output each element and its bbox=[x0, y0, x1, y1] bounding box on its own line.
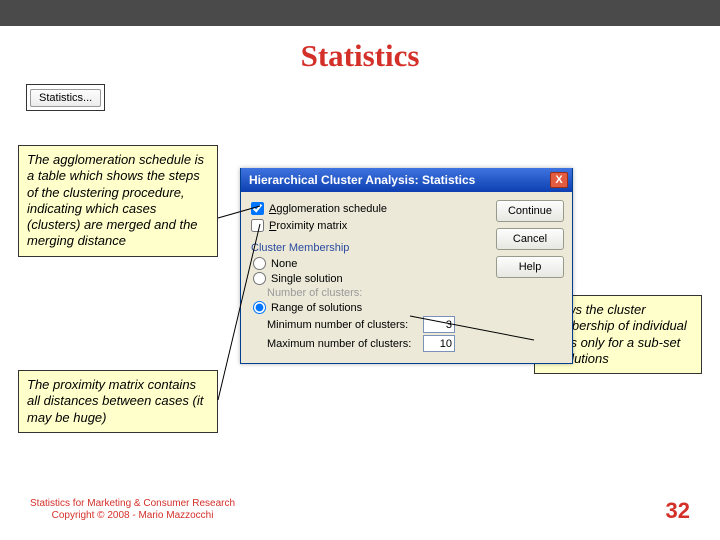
footer-line2: Copyright © 2008 - Mario Mazzocchi bbox=[30, 510, 235, 522]
label-none: None bbox=[271, 258, 297, 270]
label-min-clusters: Minimum number of clusters: bbox=[267, 319, 417, 331]
help-button[interactable]: Help bbox=[496, 256, 564, 278]
group-cluster-membership: Cluster Membership bbox=[251, 242, 486, 254]
label-single: Single solution bbox=[271, 273, 343, 285]
statistics-button[interactable]: Statistics... bbox=[30, 89, 101, 107]
callout-agglomeration: The agglomeration schedule is a table wh… bbox=[18, 145, 218, 257]
input-max-clusters[interactable] bbox=[423, 335, 455, 352]
callout-proximity: The proximity matrix contains all distan… bbox=[18, 370, 218, 433]
statistics-button-snapshot: Statistics... bbox=[26, 84, 105, 111]
label-proximity: Proximity matrix bbox=[269, 220, 347, 232]
radio-range[interactable] bbox=[253, 301, 266, 314]
radio-single[interactable] bbox=[253, 272, 266, 285]
footer-line1: Statistics for Marketing & Consumer Rese… bbox=[30, 498, 235, 510]
label-range: Range of solutions bbox=[271, 302, 362, 314]
footer-copyright: Statistics for Marketing & Consumer Rese… bbox=[30, 498, 235, 522]
close-icon[interactable]: X bbox=[550, 172, 568, 188]
radio-none[interactable] bbox=[253, 257, 266, 270]
label-agglomeration: Agglomeration schedule bbox=[269, 203, 387, 215]
checkbox-agglomeration[interactable] bbox=[251, 202, 264, 215]
label-number-clusters: Number of clusters: bbox=[267, 287, 417, 299]
input-min-clusters[interactable] bbox=[423, 316, 455, 333]
top-bar bbox=[0, 0, 720, 26]
continue-button[interactable]: Continue bbox=[496, 200, 564, 222]
page-number: 32 bbox=[666, 498, 690, 524]
dialog-hierarchical-cluster-statistics: Hierarchical Cluster Analysis: Statistic… bbox=[240, 168, 573, 364]
cancel-button[interactable]: Cancel bbox=[496, 228, 564, 250]
label-max-clusters: Maximum number of clusters: bbox=[267, 338, 417, 350]
page-title: Statistics bbox=[0, 38, 720, 74]
checkbox-proximity[interactable] bbox=[251, 219, 264, 232]
dialog-title-text: Hierarchical Cluster Analysis: Statistic… bbox=[249, 173, 475, 187]
dialog-titlebar: Hierarchical Cluster Analysis: Statistic… bbox=[241, 168, 572, 192]
